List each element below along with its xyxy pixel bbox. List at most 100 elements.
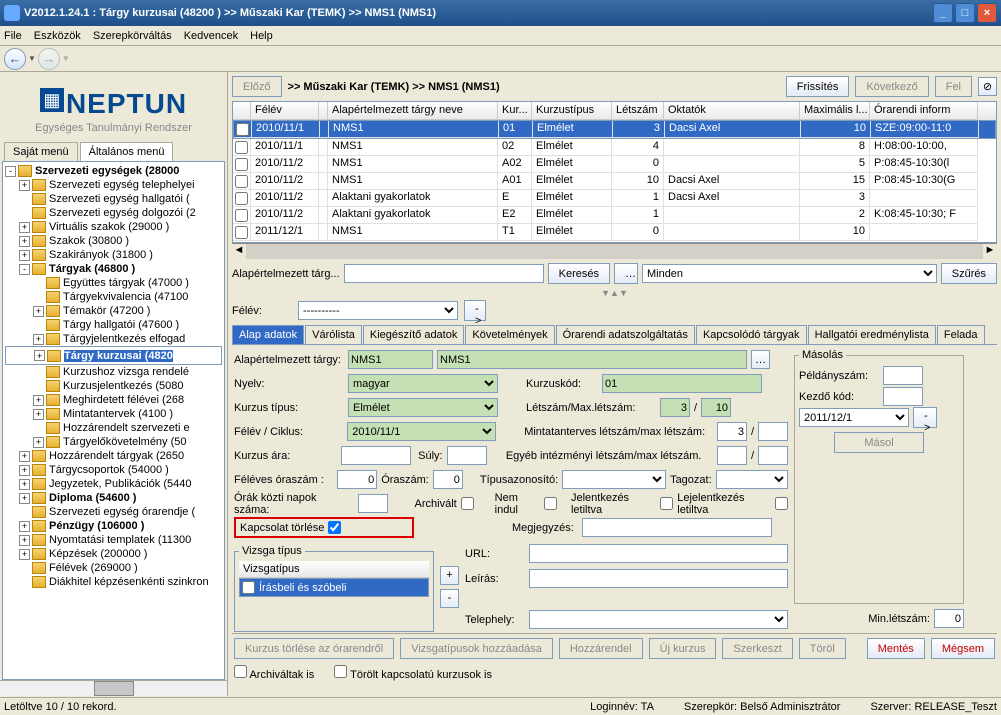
grid-scroll-right[interactable]: ► (983, 244, 997, 259)
vt-row-checkbox[interactable] (242, 581, 255, 594)
grid-header[interactable]: Órarendi inform (870, 102, 978, 120)
expand-icon[interactable]: + (19, 236, 30, 247)
detail-tab[interactable]: Kiegészítő adatok (363, 325, 464, 344)
expand-icon[interactable]: + (19, 222, 30, 233)
expand-icon[interactable]: - (5, 166, 16, 177)
tel-select[interactable] (529, 610, 788, 629)
tree-node[interactable]: +Meghirdetett félévei (268 (5, 393, 222, 407)
row-checkbox[interactable] (235, 141, 248, 154)
tree-label[interactable]: Hozzárendelt tárgyak (2650 (49, 450, 184, 462)
minl-input[interactable] (934, 609, 964, 628)
archivaltak-check[interactable]: Archiváltak is (234, 665, 314, 681)
vt-remove-button[interactable]: - (440, 589, 459, 608)
tree-node[interactable]: Kurzusjelentkezés (5080 (5, 379, 222, 393)
expand-icon[interactable]: + (33, 306, 44, 317)
filter-select[interactable]: Minden (642, 264, 937, 283)
tree-label[interactable]: Tárgy kurzusai (4820 (64, 350, 173, 362)
tree-node[interactable]: + Tárgy kurzusai (4820 (5, 346, 222, 365)
expand-icon[interactable]: + (19, 493, 30, 504)
menu-role[interactable]: Szerepkörváltás (93, 30, 172, 42)
fcik-select[interactable]: 2010/11/1 (347, 422, 496, 441)
expand-icon[interactable]: + (19, 250, 30, 261)
left-tab-general[interactable]: Általános menü (80, 142, 174, 161)
row-checkbox[interactable] (235, 175, 248, 188)
kara-input[interactable] (341, 446, 411, 465)
hscroll-thumb[interactable] (94, 681, 134, 696)
grid-header[interactable]: Kurzustípus (532, 102, 612, 120)
detail-tab[interactable]: Felada (937, 325, 985, 344)
menu-file[interactable]: File (4, 30, 22, 42)
collapse-icon[interactable]: ▼▲▼ (232, 288, 997, 298)
tree-label[interactable]: Témakör (47200 ) (63, 305, 150, 317)
table-row[interactable]: 2010/11/1NMS101Elmélet3Dacsi Axel10SZE:0… (233, 120, 996, 139)
tree-node[interactable]: Hozzárendelt szervezeti e (5, 421, 222, 435)
tree-node[interactable]: +Szakok (30800 ) (5, 234, 222, 248)
let-input[interactable] (660, 398, 690, 417)
egyeb1-input[interactable] (717, 446, 747, 465)
detail-tab[interactable]: Kapcsolódó tárgyak (696, 325, 807, 344)
tree-label[interactable]: Tárgyekvivalencia (47100 (63, 291, 188, 303)
detail-tab[interactable]: Követelmények (465, 325, 554, 344)
felev-go-button[interactable]: -> (464, 300, 486, 321)
grid-header[interactable]: Létszám (612, 102, 664, 120)
grid-header[interactable]: Maximális l... (800, 102, 870, 120)
tree-node[interactable]: +Szervezeti egység telephelyei (5, 178, 222, 192)
table-row[interactable]: 2010/11/2NMS1A01Elmélet10Dacsi Axel15P:0… (233, 173, 996, 190)
nav-back-button[interactable]: ← (4, 48, 26, 70)
torolt-check[interactable]: Törölt kapcsolatú kurzusok is (334, 665, 492, 681)
tree-node[interactable]: Tárgy hallgatói (47600 ) (5, 318, 222, 332)
table-row[interactable]: 2011/12/1NMS1T1Elmélet010 (233, 224, 996, 241)
row-checkbox[interactable] (235, 226, 248, 239)
expand-icon[interactable]: + (19, 479, 30, 490)
ktip-select[interactable]: Elmélet (348, 398, 498, 417)
grid-header[interactable]: Kur... (498, 102, 532, 120)
expand-icon[interactable]: + (19, 521, 30, 532)
row-checkbox[interactable] (235, 209, 248, 222)
tree-label[interactable]: Jegyzetek, Publikációk (5440 (49, 478, 191, 490)
mentes-button[interactable]: Mentés (867, 638, 925, 659)
vt-add-button[interactable]: + (440, 566, 459, 585)
tree-label[interactable]: Szervezeti egység hallgatói ( (49, 193, 190, 205)
max-input[interactable] (701, 398, 731, 417)
vt-row[interactable]: Írásbeli és szóbeli (239, 578, 429, 597)
peld-input[interactable] (883, 366, 923, 385)
tree-label[interactable]: Együttes tárgyak (47000 ) (63, 277, 189, 289)
tree-label[interactable]: Szervezeti egység telephelyei (49, 179, 195, 191)
tree-label[interactable]: Hozzárendelt szervezeti e (63, 422, 190, 434)
tree-view[interactable]: -Szervezeti egységek (28000+Szervezeti e… (2, 161, 225, 680)
detail-tab[interactable]: Órarendi adatszolgáltatás (556, 325, 695, 344)
copy-go-button[interactable]: -> (913, 407, 937, 428)
nyelv-select[interactable]: magyar (348, 374, 498, 393)
tree-node[interactable]: +Tárgyelőkövetelmény (50 (5, 435, 222, 449)
tipaz-select[interactable] (562, 470, 666, 489)
tree-node[interactable]: Szervezeti egység órarendje ( (5, 505, 222, 519)
tree-node[interactable]: Együttes tárgyak (47000 ) (5, 276, 222, 290)
expand-icon[interactable]: + (33, 409, 44, 420)
expand-icon[interactable]: + (34, 350, 45, 361)
tree-node[interactable]: -Tárgyak (46800 ) (5, 262, 222, 276)
tree-node[interactable]: +Képzések (200000 ) (5, 547, 222, 561)
tree-node[interactable]: +Diploma (54600 ) (5, 491, 222, 505)
tree-label[interactable]: Tárgyelőkövetelmény (50 (63, 436, 187, 448)
grid-header[interactable]: Félév (251, 102, 319, 120)
pin-icon[interactable]: ⊘ (978, 77, 997, 96)
grid-header[interactable] (233, 102, 251, 120)
tree-label[interactable]: Kurzushoz vizsga rendelé (63, 366, 189, 378)
expand-icon[interactable]: + (19, 535, 30, 546)
tree-node[interactable]: Kurzushoz vizsga rendelé (5, 365, 222, 379)
tree-label[interactable]: Virtuális szakok (29000 ) (49, 221, 169, 233)
kezd-input[interactable] (883, 387, 923, 406)
nav-back-dd[interactable]: ▼ (28, 54, 36, 63)
minta2-input[interactable] (758, 422, 788, 441)
expand-icon[interactable]: + (19, 549, 30, 560)
meg-input[interactable] (582, 518, 772, 537)
lejt-checkbox[interactable] (775, 497, 788, 510)
tree-node[interactable]: + Hozzárendelt tárgyak (2650 (5, 449, 222, 463)
tree-label[interactable]: Szakirányok (31800 ) (49, 249, 153, 261)
detail-tab[interactable]: Alap adatok (232, 325, 304, 344)
table-row[interactable]: 2010/11/2Alaktani gyakorlatokE2Elmélet12… (233, 207, 996, 224)
tree-label[interactable]: Tárgyjelentkezés elfogad (63, 333, 185, 345)
grid-scroll-left[interactable]: ◄ (232, 244, 246, 259)
expand-icon[interactable]: + (19, 451, 30, 462)
kapcs-checkbox[interactable] (328, 521, 341, 534)
